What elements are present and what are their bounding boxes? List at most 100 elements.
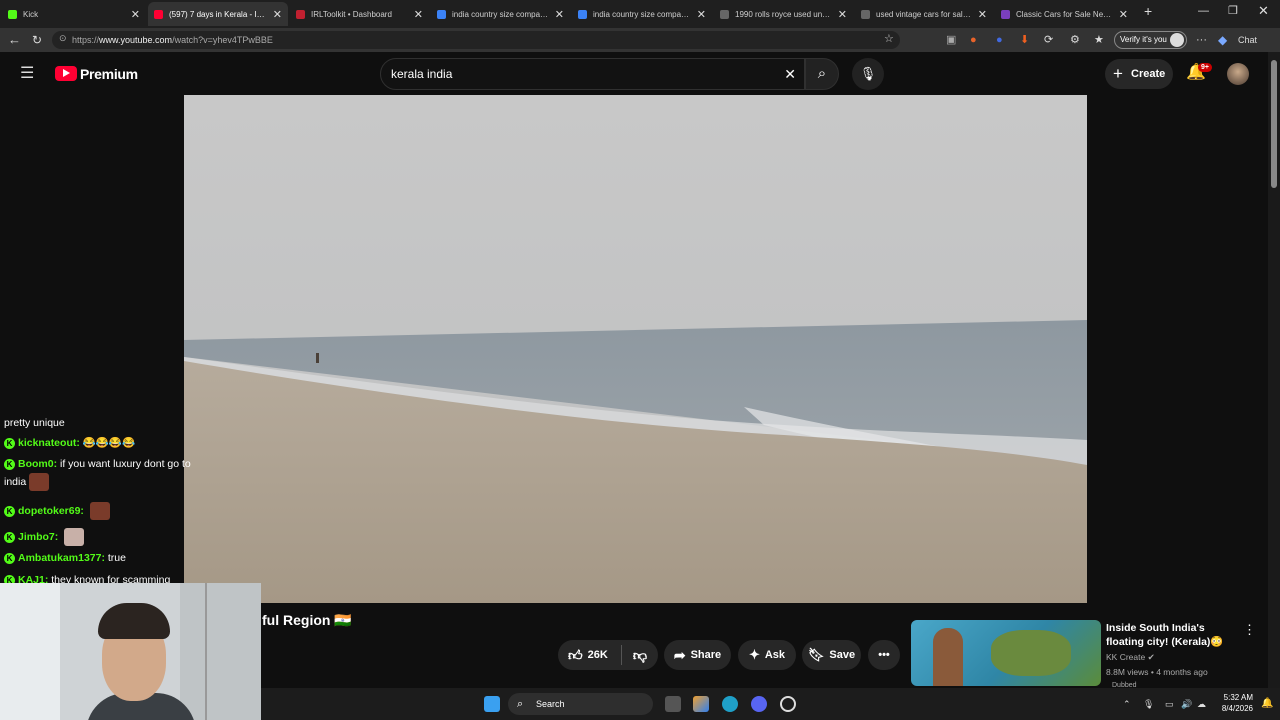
chat-message: K Ambatukam1377: true [4, 552, 126, 564]
site-info-icon[interactable]: ⊙ [59, 33, 67, 44]
reload-icon[interactable]: ↻ [32, 28, 42, 52]
browser-menu-button[interactable]: ··· [1196, 28, 1207, 52]
favorites-icon[interactable]: ★ [1094, 28, 1104, 52]
youtube-header: ☰ Premium kerala india ✕ ⌕ 🎙 + Create 🔔 … [0, 52, 1268, 96]
youtube-logo-icon[interactable] [55, 66, 77, 81]
onedrive-icon[interactable]: ☁ [1197, 692, 1206, 716]
tab-close-icon[interactable]: ✕ [414, 8, 423, 21]
extension-icon[interactable]: ● [996, 28, 1003, 52]
address-bar[interactable]: ⊙ https://www.youtube.com/watch?v=yhev4T… [52, 31, 900, 49]
tab-close-icon[interactable]: ✕ [697, 8, 706, 21]
like-count[interactable]: 26K [588, 649, 608, 661]
extension-icon[interactable]: ● [970, 28, 977, 52]
tab-close-icon[interactable]: ✕ [838, 8, 847, 21]
favorite-star-icon[interactable]: ☆ [884, 32, 894, 45]
tab-close-icon[interactable]: ✕ [1119, 8, 1128, 21]
tab-close-icon[interactable]: ✕ [273, 8, 282, 21]
avatar[interactable] [1227, 63, 1249, 85]
chat-button[interactable]: Chat [1238, 28, 1257, 52]
chat-username[interactable]: Boom0: [18, 458, 57, 470]
tab-title: india country size compared [452, 9, 549, 19]
chat-username[interactable]: dopetoker69: [18, 505, 84, 517]
verified-icon: ✔ [1147, 652, 1155, 662]
chat-emote-icon [29, 473, 50, 491]
recommended-title[interactable]: Inside South India's floating city! (Ker… [1106, 621, 1241, 649]
browser-tab[interactable]: IRLToolkit • Dashboard ✕ [290, 2, 429, 26]
browser-tab[interactable]: Kick ✕ [2, 2, 146, 26]
notification-count-badge: 9+ [1198, 63, 1212, 72]
obs-icon[interactable] [780, 696, 796, 712]
search-icon: ⌕ [517, 698, 524, 710]
close-window-button[interactable]: ✕ [1258, 0, 1269, 23]
kick-badge-icon: K [4, 552, 15, 564]
extensions-icon[interactable]: ⚙ [1070, 28, 1080, 52]
menu-icon[interactable]: ☰ [20, 62, 34, 86]
scrollbar-thumb[interactable] [1271, 60, 1277, 188]
discord-icon[interactable] [751, 696, 767, 712]
browser-toolbar: ← ↻ ⊙ https://www.youtube.com/watch?v=yh… [0, 28, 1280, 52]
search-button[interactable]: ⌕ [805, 58, 839, 90]
chat-text: pretty unique [4, 417, 65, 429]
chat-message: K Boom0: if you want luxury dont go to [4, 458, 191, 470]
recommended-more-icon[interactable]: ⋮ [1243, 622, 1256, 638]
tab-close-icon[interactable]: ✕ [978, 8, 987, 21]
kick-badge-icon: K [4, 531, 15, 543]
edge-icon[interactable] [722, 696, 738, 712]
video-frame-beach [184, 95, 1087, 603]
tab-close-icon[interactable]: ✕ [555, 8, 564, 21]
kick-badge-icon: K [4, 458, 15, 470]
tab-favicon-icon [861, 9, 870, 19]
voice-search-icon[interactable]: 🎙 [852, 58, 884, 90]
browser-tab[interactable]: 1990 rolls royce used united ✕ [714, 2, 853, 26]
dislike-icon[interactable]: 👎︎ [633, 647, 647, 664]
recommended-channel[interactable]: KK Create ✔ [1106, 652, 1155, 663]
minimize-button[interactable]: — [1198, 0, 1209, 23]
mic-tray-icon[interactable]: 🎙 [1143, 692, 1154, 716]
copilot-app-icon[interactable] [693, 696, 709, 712]
bookmark-icon: 🔖︎ [807, 647, 825, 662]
copilot-icon[interactable]: ◆ [1218, 28, 1227, 52]
tab-favicon-icon [578, 9, 587, 19]
taskbar-search[interactable]: ⌕ Search [508, 693, 653, 715]
search-input[interactable]: kerala india ✕ [380, 58, 805, 90]
volume-icon[interactable]: 🔊 [1181, 692, 1192, 716]
like-icon[interactable]: 👍︎ [568, 647, 583, 664]
chat-emote-icon [89, 502, 110, 520]
maximize-button[interactable]: ❐ [1228, 0, 1238, 23]
tab-favicon-icon [154, 9, 163, 19]
browser-tab[interactable]: india country size compared ✕ [431, 2, 570, 26]
tab-title: used vintage cars for sale - S [876, 9, 972, 19]
verify-profile-button[interactable]: Verify it's you [1114, 31, 1187, 49]
share-button[interactable]: ➦ Share [664, 640, 731, 670]
recommended-thumbnail[interactable] [911, 620, 1101, 686]
tab-close-icon[interactable]: ✕ [131, 8, 140, 21]
browser-tab[interactable]: india country size compared ✕ [572, 2, 712, 26]
browser-tab[interactable]: used vintage cars for sale - S ✕ [855, 2, 993, 26]
back-icon[interactable]: ← [8, 28, 21, 52]
save-button[interactable]: 🔖︎ Save [802, 640, 861, 670]
chat-username[interactable]: Ambatukam1377: [18, 552, 105, 564]
video-player[interactable] [184, 95, 1087, 603]
extension-icon[interactable]: ▣ [946, 28, 956, 52]
display-tray-icon[interactable]: ▭ [1165, 692, 1174, 716]
create-button[interactable]: + Create [1105, 59, 1173, 89]
page-scrollbar[interactable] [1268, 52, 1280, 688]
chat-message: india [4, 473, 50, 491]
task-view-icon[interactable] [665, 696, 681, 712]
browser-tab[interactable]: (597) 7 days in Kerala - India's ✕ [148, 2, 288, 26]
download-icon[interactable]: ⬇ [1020, 28, 1029, 52]
chat-text: 😂😂😂😂 [82, 437, 136, 449]
chat-username[interactable]: Jimbo7: [18, 531, 58, 543]
notification-center-icon[interactable]: 🔔 [1261, 692, 1273, 716]
chat-username[interactable]: kicknateout: [18, 437, 80, 449]
refresh-extension-icon[interactable]: ⟳ [1044, 28, 1053, 52]
show-hidden-icons[interactable]: ⌃ [1123, 692, 1131, 716]
more-actions-button[interactable]: ••• [868, 640, 900, 670]
clear-search-icon[interactable]: ✕ [784, 59, 796, 89]
start-icon[interactable] [484, 696, 500, 712]
webcam-overlay [0, 583, 261, 720]
browser-tab[interactable]: Classic Cars for Sale Near Me ✕ [995, 2, 1134, 26]
new-tab-button[interactable]: + [1144, 0, 1152, 23]
ask-button[interactable]: ✦ Ask [738, 640, 796, 670]
clock[interactable]: 5:32 AM 8/4/2026 [1213, 692, 1253, 714]
